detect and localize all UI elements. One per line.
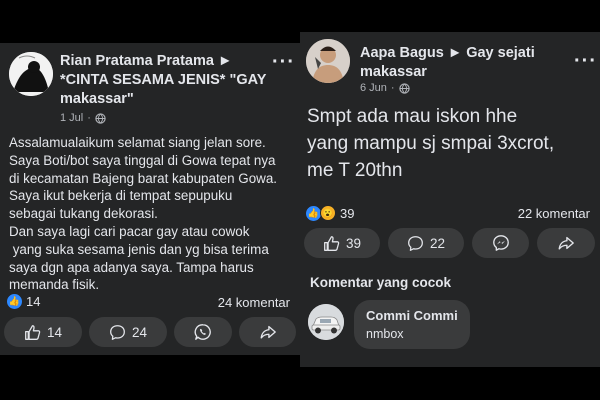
body-line: Dan saya lagi cari pacar gay atau cowok	[9, 223, 250, 239]
share-arrow-icon	[558, 236, 574, 250]
reaction-summary[interactable]: 👍 14	[7, 294, 40, 309]
body-line: di kecamatan Bajeng barat kabupaten Gowa…	[9, 170, 277, 186]
post-body: Smpt ada mau iskon hhe yang mampu sj smp…	[307, 103, 554, 184]
messenger-icon	[492, 235, 509, 251]
body-line: memanda fisik.	[9, 277, 100, 293]
body-line: sebagai tukang dekorasi.	[9, 206, 158, 222]
comment-bubble[interactable]: Commi Commi nmbox	[354, 300, 470, 349]
more-options-button[interactable]: ···	[574, 51, 597, 71]
comments-section-title-text: Komentar yang cocok	[310, 275, 452, 290]
comment-text: nmbox	[366, 327, 404, 341]
comment-count-text: 22 komentar	[517, 206, 590, 221]
more-options-icon: ···	[272, 51, 295, 73]
comment-button[interactable]: 24	[89, 317, 167, 347]
more-options-icon: ···	[574, 50, 597, 72]
author-line-1: Rian Pratama Pratama ►	[60, 53, 233, 69]
like-button[interactable]: 39	[304, 228, 380, 258]
reaction-summary[interactable]: 👍 😮 39	[306, 205, 354, 221]
commenter-avatar[interactable]	[308, 304, 344, 340]
comment-count-button: 24	[131, 324, 148, 340]
avatar-image	[9, 52, 53, 96]
author-name[interactable]: Aapa Bagus ► Gay sejati makassar	[360, 44, 560, 82]
body-line: me T 20thn	[307, 160, 403, 181]
comment-count-text: 24 komentar	[217, 295, 290, 310]
post-time[interactable]: 1 Jul	[60, 112, 83, 124]
post-card-right: Aapa Bagus ► Gay sejati makassar 6 Jun ·…	[300, 32, 600, 367]
post-meta: 1 Jul ·	[60, 112, 106, 124]
share-arrow-icon	[260, 325, 276, 339]
comments-section-title: Komentar yang cocok	[310, 275, 451, 290]
comment-count-button: 22	[429, 235, 446, 251]
body-line: Assalamualaikum selamat siang jelan sore…	[9, 135, 266, 150]
more-options-button[interactable]: ···	[272, 52, 295, 72]
body-line: saya dgn apa adanya saya. Tampa harus	[9, 259, 254, 275]
author-avatar[interactable]	[9, 52, 53, 96]
messenger-share-button[interactable]	[472, 228, 529, 258]
reaction-count: 14	[26, 294, 41, 309]
body-line: yang mampu sj smpai 3xcrot,	[307, 133, 555, 154]
author-line-1: Aapa Bagus ► Gay sejati	[360, 45, 535, 61]
whatsapp-share-button[interactable]	[174, 317, 232, 347]
meta-separator: ·	[87, 112, 91, 124]
post-time[interactable]: 6 Jun	[360, 82, 387, 94]
share-button[interactable]	[537, 228, 595, 258]
comment-count[interactable]: 22 komentar	[518, 206, 590, 221]
body-line: Saya Boti/bot saya tinggal di Gowa tepat…	[9, 152, 276, 168]
thumbs-up-icon	[324, 235, 340, 251]
author-name[interactable]: Rian Pratama Pratama ► *CINTA SESAMA JEN…	[60, 52, 267, 109]
post-card-left: Rian Pratama Pratama ► *CINTA SESAMA JEN…	[0, 43, 300, 355]
body-line: Saya ikut bekerja di tempat sepupuku	[9, 188, 233, 204]
like-reaction-icon: 👍	[306, 205, 321, 221]
post-body: Assalamualaikum selamat siang jelan sore…	[9, 134, 277, 294]
comment-bubble-icon	[110, 324, 125, 340]
commenter-name[interactable]: Commi Commi	[366, 308, 458, 323]
like-reaction-icon: 👍	[7, 294, 22, 309]
post-meta: 6 Jun ·	[360, 82, 410, 94]
meta-separator: ·	[390, 82, 395, 94]
globe-icon	[398, 82, 410, 94]
globe-icon	[95, 112, 106, 124]
author-avatar[interactable]	[306, 39, 350, 83]
wow-reaction-icon: 😮	[320, 205, 336, 221]
like-count: 14	[46, 324, 63, 340]
author-line-3: makassar"	[60, 91, 134, 107]
comment-button[interactable]: 22	[388, 228, 464, 258]
author-line-2: *CINTA SESAMA JENIS* "GAY	[60, 72, 267, 88]
thumbs-up-icon	[25, 324, 41, 340]
body-line: Smpt ada mau iskon hhe	[307, 106, 518, 127]
like-button[interactable]: 14	[4, 317, 82, 347]
share-button[interactable]	[239, 317, 296, 347]
like-count: 39	[345, 235, 362, 251]
whatsapp-icon	[194, 324, 211, 340]
reaction-count: 39	[340, 205, 355, 221]
avatar-image	[306, 39, 350, 83]
comment-bubble-icon	[408, 235, 423, 251]
car-avatar-image	[308, 304, 344, 340]
comment-count[interactable]: 24 komentar	[218, 295, 290, 310]
body-line: yang suka sesama jenis dan yg bisa terim…	[9, 241, 269, 257]
author-line-2: makassar	[360, 64, 427, 80]
